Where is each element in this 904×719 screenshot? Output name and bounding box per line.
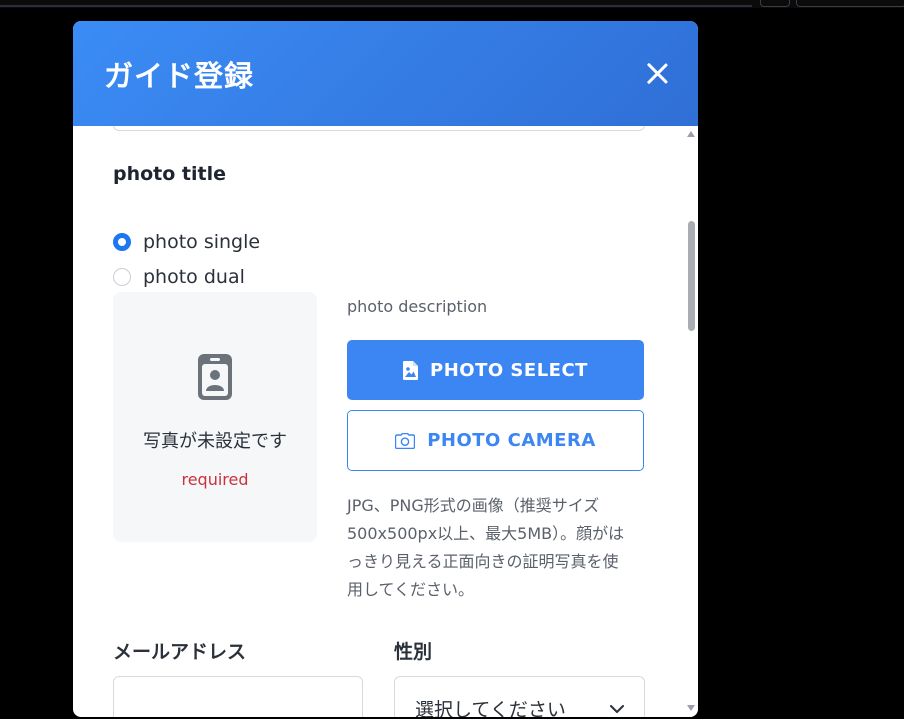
previous-input-field[interactable]: [113, 126, 645, 131]
photo-select-button[interactable]: PHOTO SELECT: [347, 340, 644, 400]
help-line: 500x500px以上、最大5MB）。顔がは: [347, 524, 625, 543]
scroll-up-arrow-icon[interactable]: [687, 131, 695, 137]
email-field[interactable]: [113, 676, 363, 717]
help-line: っきり見える正面向きの証明写真を使: [347, 552, 619, 571]
photo-preview-box: 写真が未設定です required: [113, 292, 317, 542]
guide-registration-modal: ガイド登録 photo title photo single photo dua…: [73, 21, 698, 717]
help-line: 用してください。: [347, 580, 475, 599]
gender-label: 性別: [394, 641, 433, 663]
photo-camera-label: PHOTO CAMERA: [427, 430, 596, 451]
help-line: JPG、PNG形式の画像（推奨サイズ: [347, 496, 600, 515]
chevron-down-icon: [610, 699, 624, 717]
radio-photo-single[interactable]: photo single: [113, 231, 260, 253]
image-file-icon: [403, 360, 419, 380]
toolbar-button[interactable]: [796, 0, 904, 7]
radio-label: photo dual: [143, 266, 245, 288]
browser-top-strip: [0, 0, 904, 8]
modal-body: photo title photo single photo dual 写真が未…: [73, 126, 698, 717]
close-icon[interactable]: [645, 61, 669, 85]
camera-icon: [395, 432, 416, 449]
scrollbar-thumb[interactable]: [688, 221, 695, 331]
scrollbar[interactable]: [685, 126, 698, 717]
gender-select[interactable]: 選択してください: [394, 676, 645, 717]
radio-photo-dual[interactable]: photo dual: [113, 266, 245, 288]
modal-title: ガイド登録: [104, 59, 255, 93]
photo-description: photo description: [347, 297, 488, 316]
radio-label: photo single: [143, 231, 261, 253]
modal-header: ガイド登録: [73, 21, 698, 126]
radio-checked-icon[interactable]: [113, 233, 131, 251]
photo-select-label: PHOTO SELECT: [430, 359, 588, 381]
radio-unchecked-icon[interactable]: [113, 268, 131, 286]
email-label: メールアドレス: [113, 641, 247, 663]
photo-camera-button[interactable]: PHOTO CAMERA: [347, 410, 644, 471]
photo-section-label: photo title: [113, 163, 227, 185]
required-text: required: [181, 470, 249, 489]
scroll-down-arrow-icon[interactable]: [687, 705, 695, 711]
gender-select-value: 選択してください: [415, 699, 566, 717]
id-badge-icon: [197, 353, 233, 405]
toolbar-button[interactable]: [760, 0, 790, 7]
photo-status-text: 写真が未設定です: [143, 431, 287, 452]
photo-help-text: JPG、PNG形式の画像（推奨サイズ 500x500px以上、最大5MB）。顔が…: [347, 492, 649, 604]
tab-bar-line: [0, 5, 752, 7]
